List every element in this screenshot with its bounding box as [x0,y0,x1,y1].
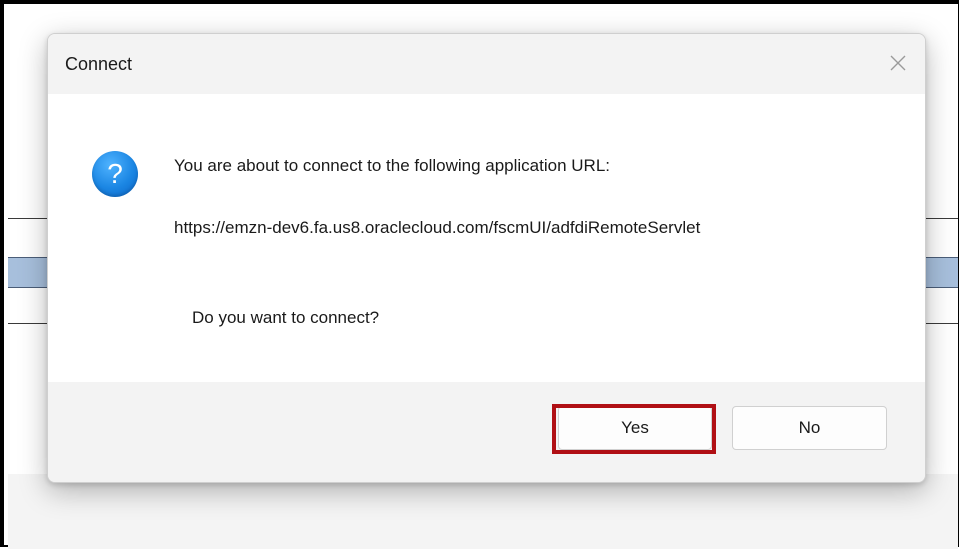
question-icon: ? [92,151,138,197]
background-panel [8,474,958,549]
close-icon [890,55,906,71]
dialog-title: Connect [65,54,133,74]
yes-button[interactable]: Yes [558,406,712,450]
dialog-footer: Yes No [48,382,925,482]
close-button[interactable] [875,44,921,82]
connect-prompt: Do you want to connect? [192,308,380,327]
dialog-content: ? You are about to connect to the follow… [48,94,925,382]
application-url: https://emzn-dev6.fa.us8.oraclecloud.com… [174,218,701,237]
no-button[interactable]: No [732,406,887,450]
dialog-titlebar: Connect [48,34,925,94]
connect-dialog: Connect ? You are about to connect to th… [47,33,926,483]
dialog-message: You are about to connect to the followin… [174,156,610,175]
